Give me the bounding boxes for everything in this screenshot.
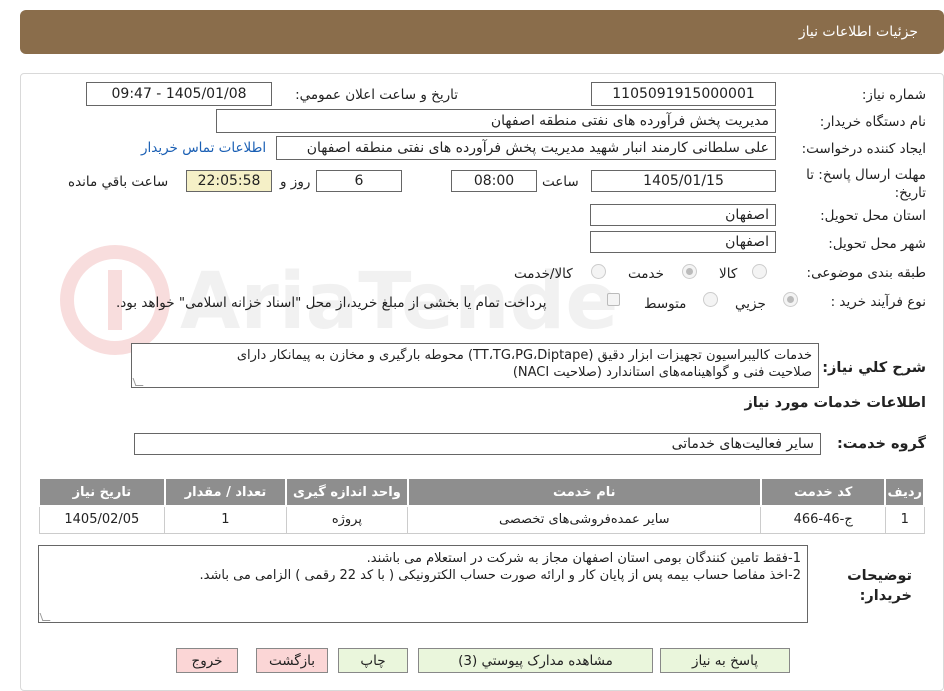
process-label: نوع فرآيند خريد : xyxy=(830,294,926,310)
category-label: طبقه بندى موضوعى: xyxy=(806,265,926,281)
deadline-time-label: ساعت xyxy=(542,174,579,190)
category-radio-goods[interactable] xyxy=(752,264,767,279)
days-field[interactable]: 6 xyxy=(316,170,402,192)
deadline-label: مهلت ارسال پاسخ: تا تاريخ: xyxy=(806,167,926,201)
remaining-label: ساعت باقي مانده xyxy=(68,174,169,190)
buyer-contact-link[interactable]: اطلاعات تماس خريدار xyxy=(141,140,266,156)
summary-line-1: خدمات کاليبراسيون تجهيزات ابزار دقيق (TT… xyxy=(236,348,812,363)
category-radio-goods-service[interactable] xyxy=(591,264,606,279)
resize-handle-icon[interactable] xyxy=(39,613,51,621)
table-row[interactable]: 1 ج-46-466 ساير عمده‌فروشى‌هاى تخصصى پرو… xyxy=(38,505,925,534)
process-option-minor: جزيي xyxy=(735,296,766,312)
col-service-code: کد خدمت xyxy=(759,477,887,507)
reply-button[interactable]: پاسخ به نياز xyxy=(660,648,790,673)
buyer-notes-textarea[interactable]: 1-فقط تامين کنندگان بومى استان اصفهان مج… xyxy=(38,545,808,623)
category-option-goods-service: کالا/خدمت xyxy=(514,266,573,282)
cell-need-date: 1405/02/05 xyxy=(38,505,166,534)
exit-button[interactable]: خروج xyxy=(176,648,238,673)
col-service-name: نام خدمت xyxy=(406,477,762,507)
days-label: روز و xyxy=(280,174,311,190)
announce-field[interactable]: 1405/01/08 - 09:47 xyxy=(86,82,272,106)
cell-quantity: 1 xyxy=(164,505,287,534)
col-quantity: تعداد / مقدار xyxy=(163,477,288,507)
cell-service-code: ج-46-466 xyxy=(760,505,886,534)
need-number-label: شماره نياز: xyxy=(861,87,926,103)
view-attachments-button[interactable]: مشاهده مدارک پيوستي (3) xyxy=(418,648,653,673)
summary-line-2: صلاحيت فنى و گواهينامه‌هاى استاندارد (صل… xyxy=(512,365,812,380)
table-header-row: رديف کد خدمت نام خدمت واحد اندازه گيرى ت… xyxy=(38,477,925,507)
page-title: جزئيات اطلاعات نياز xyxy=(798,24,918,40)
category-option-goods: کالا xyxy=(719,266,738,282)
remaining-time-field: 22:05:58 xyxy=(186,170,272,192)
need-number-field[interactable]: 1105091915000001 xyxy=(591,82,776,106)
notes-line-1: 1-فقط تامين کنندگان بومى استان اصفهان مج… xyxy=(366,551,801,566)
buyer-org-label: نام دستگاه خريدار: xyxy=(819,114,926,130)
summary-label: شرح کلي نياز: xyxy=(822,360,926,376)
creator-field[interactable]: على سلطانى کارمند انبار شهيد مديريت پخش … xyxy=(276,136,776,160)
print-button[interactable]: چاپ xyxy=(338,648,408,673)
services-section-title: اطلاعات خدمات مورد نياز xyxy=(744,395,926,411)
deadline-time-field[interactable]: 08:00 xyxy=(451,170,537,192)
treasury-payment-checkbox[interactable] xyxy=(607,293,620,306)
announce-label: تاريخ و ساعت اعلان عمومي: xyxy=(295,87,458,103)
back-button[interactable]: بازگشت xyxy=(256,648,328,673)
cell-unit: پروژه xyxy=(285,505,409,534)
buyer-notes-label: توضيحات خريدار: xyxy=(847,568,912,604)
payment-note: پرداخت تمام يا بخشى از مبلغ خريد،از محل … xyxy=(116,295,547,311)
city-label: شهر محل تحويل: xyxy=(828,236,926,252)
category-radio-service[interactable] xyxy=(682,264,697,279)
city-field[interactable]: اصفهان xyxy=(590,231,776,253)
service-group-label: گروه خدمت: xyxy=(836,436,926,452)
cell-service-name: ساير عمده‌فروشى‌هاى تخصصى xyxy=(407,505,762,534)
notes-line-2: 2-اخذ مفاصا حساب بيمه پس از پايان کار و … xyxy=(199,568,801,583)
summary-textarea[interactable]: خدمات کاليبراسيون تجهيزات ابزار دقيق (TT… xyxy=(131,343,819,388)
process-radio-medium[interactable] xyxy=(703,292,718,307)
col-need-date: تاريخ نياز xyxy=(38,477,166,507)
province-field[interactable]: اصفهان xyxy=(590,204,776,226)
cell-row: 1 xyxy=(884,505,925,534)
page-header: جزئيات اطلاعات نياز xyxy=(20,10,944,54)
province-label: استان محل تحويل: xyxy=(820,208,926,224)
process-radio-minor[interactable] xyxy=(783,292,798,307)
services-table: رديف کد خدمت نام خدمت واحد اندازه گيرى ت… xyxy=(38,477,925,534)
deadline-date-field[interactable]: 1405/01/15 xyxy=(591,170,776,192)
service-group-field[interactable]: ساير فعاليت‌هاى خدماتى xyxy=(134,433,821,455)
col-unit: واحد اندازه گيرى xyxy=(285,477,409,507)
buyer-org-field[interactable]: مديريت پخش فرآورده هاى نفتى منطقه اصفهان xyxy=(216,109,776,133)
creator-label: ايجاد کننده درخواست: xyxy=(801,141,926,157)
process-option-medium: متوسط xyxy=(644,296,687,312)
category-option-service: خدمت xyxy=(628,266,664,282)
col-row: رديف xyxy=(884,477,925,507)
